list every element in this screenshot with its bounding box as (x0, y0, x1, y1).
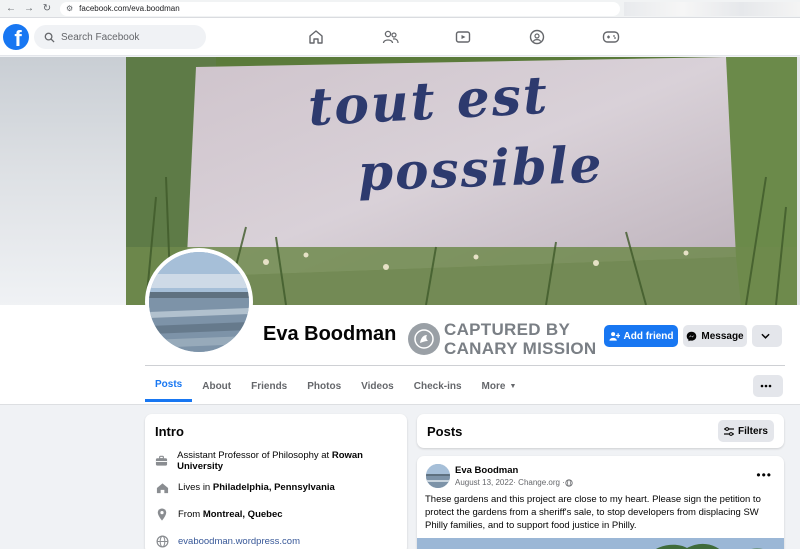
tab-friends-label: Friends (251, 380, 288, 392)
tab-photos-label: Photos (307, 380, 342, 392)
facebook-logo[interactable]: f (3, 24, 29, 50)
intro-website: evaboodman.wordpress.com (155, 528, 397, 549)
work-prefix: Assistant Professor of Philosophy at (177, 449, 332, 461)
filters-label: Filters (737, 425, 768, 437)
tab-videos-label: Videos (361, 380, 394, 392)
search-input[interactable] (61, 31, 191, 43)
from-prefix: From (178, 509, 203, 520)
stamp-line1: CAPTURED BY (444, 320, 571, 339)
website-link[interactable]: evaboodman.wordpress.com (178, 536, 300, 547)
tab-more-label: More (481, 380, 506, 392)
facebook-top-nav: f (0, 18, 800, 56)
filters-icon (723, 426, 734, 436)
caret-down-icon: ▼ (509, 382, 517, 390)
intro-title: Intro (155, 424, 184, 439)
more-options-button[interactable] (753, 375, 783, 397)
messenger-icon (687, 331, 697, 341)
post-body: These gardens and this project are close… (425, 494, 761, 531)
add-friend-button[interactable]: Add friend (604, 325, 678, 347)
post-author-name[interactable]: Eva Boodman (455, 465, 518, 476)
intro-work: Assistant Professor of Philosophy at Row… (155, 447, 397, 474)
post-author-avatar[interactable] (426, 464, 450, 488)
avatar-beach-image (149, 252, 249, 352)
location-pin-icon (155, 508, 169, 522)
profile-name: Eva Boodman (263, 323, 397, 345)
search-icon (44, 32, 55, 43)
gaming-icon[interactable] (601, 27, 621, 47)
tab-checkins-label: Check-ins (413, 380, 462, 392)
post-meta: August 13, 2022 · Change.org · (455, 478, 573, 487)
profile-options-dropdown[interactable] (752, 325, 782, 347)
tab-photos[interactable]: Photos (297, 370, 351, 402)
filters-button[interactable]: Filters (718, 420, 774, 442)
logo-letter: f (14, 26, 22, 50)
tab-about-label: About (202, 380, 232, 392)
posts-header-card: Posts Filters (417, 414, 784, 448)
post-date[interactable]: August 13, 2022 (455, 478, 513, 487)
globe-icon (155, 535, 169, 549)
site-info-icon[interactable]: ⚙ (66, 4, 73, 13)
message-label: Message (701, 330, 744, 342)
search-box[interactable] (34, 25, 206, 49)
cover-left-background (0, 57, 126, 307)
browser-toolbar: ← → ↻ ⚙ facebook.com/eva.boodman (0, 0, 800, 18)
stamp-line2: CANARY MISSION (444, 339, 597, 358)
canary-logo-icon (408, 323, 440, 355)
forward-icon[interactable]: → (22, 2, 36, 16)
post-link-image[interactable] (417, 538, 784, 549)
tab-posts-label: Posts (155, 379, 183, 390)
back-icon[interactable]: ← (4, 2, 18, 16)
public-globe-icon (565, 478, 573, 487)
from-place-link[interactable]: Montreal, Quebec (203, 509, 283, 520)
ellipsis-icon (760, 384, 772, 388)
add-friend-label: Add friend (623, 330, 674, 342)
post-options-icon[interactable]: ••• (756, 468, 772, 482)
intro-lives: Lives in Philadelphia, Pennsylvania (155, 474, 397, 501)
cover-graffiti-line1: tout est (306, 64, 551, 139)
profile-tabs: Posts About Friends Photos Videos Check-… (145, 370, 526, 404)
message-button[interactable]: Message (683, 325, 747, 347)
add-friend-icon (608, 332, 620, 341)
post-source: · Change.org · (513, 478, 565, 487)
cover-graffiti-line2: possible (357, 134, 605, 203)
header-divider (145, 365, 785, 366)
intro-card: Intro Assistant Professor of Philosophy … (145, 414, 407, 549)
home-icon (155, 481, 169, 495)
tab-friends[interactable]: Friends (241, 370, 297, 402)
lives-place-link[interactable]: Philadelphia, Pennsylvania (213, 482, 335, 493)
tab-more[interactable]: More ▼ (472, 370, 527, 402)
groups-icon[interactable] (527, 27, 547, 47)
tab-posts[interactable]: Posts (145, 370, 193, 402)
blurred-toolbar-area (624, 2, 800, 16)
post-card: Eva Boodman August 13, 2022 · Change.org… (417, 456, 784, 549)
tab-checkins[interactable]: Check-ins (404, 370, 472, 402)
posts-title: Posts (427, 423, 463, 439)
lives-prefix: Lives in (178, 482, 213, 493)
url-text: facebook.com/eva.boodman (79, 4, 180, 13)
friends-icon[interactable] (380, 27, 400, 47)
reload-icon[interactable]: ↻ (40, 2, 54, 16)
tab-about[interactable]: About (192, 370, 241, 402)
address-bar[interactable]: ⚙ facebook.com/eva.boodman (60, 1, 620, 16)
profile-avatar[interactable] (145, 248, 253, 356)
canary-mission-stamp: CAPTURED BY CANARY MISSION (408, 320, 597, 358)
tab-videos[interactable]: Videos (351, 370, 404, 402)
home-icon[interactable] (306, 27, 326, 47)
briefcase-icon (155, 454, 168, 468)
watch-icon[interactable] (453, 27, 473, 47)
chevron-down-icon (760, 333, 770, 339)
intro-from: From Montreal, Quebec (155, 501, 397, 528)
